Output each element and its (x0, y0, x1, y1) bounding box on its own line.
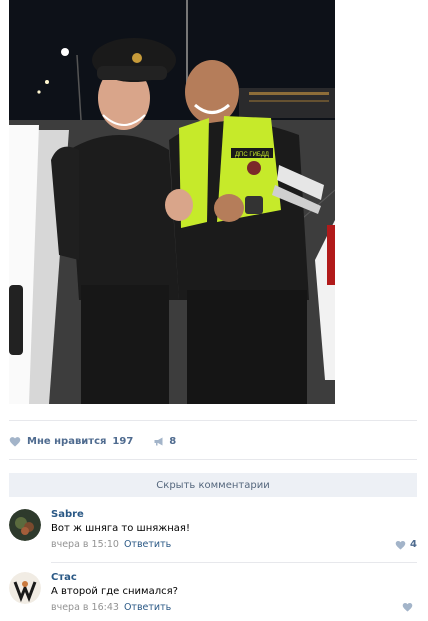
share-button[interactable]: 8 (153, 436, 176, 447)
hide-comments-label: Скрыть комментарии (156, 479, 270, 491)
divider (9, 420, 417, 421)
comment-time[interactable]: вчера в 15:10 (51, 539, 119, 550)
post-page: ДПС ГИБДД Мне нравится 197 8 Скрыть комм… (0, 0, 428, 621)
post-photo[interactable]: ДПС ГИБДД (9, 0, 335, 404)
divider (51, 562, 417, 563)
photo-illustration: ДПС ГИБДД (9, 0, 335, 404)
avatar-image (9, 509, 41, 541)
share-count: 8 (169, 435, 177, 447)
post-actions: Мне нравится 197 8 (9, 433, 176, 449)
comment-like-button[interactable]: 4 (395, 539, 417, 550)
like-count: 197 (112, 435, 134, 447)
like-button[interactable]: Мне нравится 197 (9, 436, 133, 447)
comment-text: Вот ж шняга то шняжная! (51, 523, 190, 534)
reply-button[interactable]: Ответить (124, 602, 171, 613)
comment-time[interactable]: вчера в 16:43 (51, 602, 119, 613)
divider (9, 459, 417, 460)
heart-icon (402, 603, 413, 612)
comment-text: А второй где снимался? (51, 586, 178, 597)
heart-icon (395, 540, 406, 550)
like-label: Мне нравится (27, 435, 107, 447)
comment-author[interactable]: Стас (51, 572, 77, 583)
reply-button[interactable]: Ответить (124, 539, 171, 550)
heart-icon (9, 436, 21, 446)
avatar[interactable] (9, 509, 41, 541)
comment-meta: вчера в 15:10 Ответить (51, 539, 171, 550)
comment-like-button[interactable] (402, 602, 417, 612)
comment-meta: вчера в 16:43 Ответить (51, 602, 171, 613)
avatar[interactable] (9, 572, 41, 604)
comment-like-count: 4 (410, 539, 417, 550)
hide-comments-button[interactable]: Скрыть комментарии (9, 473, 417, 497)
comment-item: Sabre Вот ж шняга то шняжная! вчера в 15… (9, 509, 417, 554)
megaphone-icon (154, 437, 163, 445)
comment-item: Стас А второй где снимался? вчера в 16:4… (9, 572, 417, 617)
vest-badge-text: ДПС ГИБДД (235, 152, 269, 158)
avatar-image (9, 572, 41, 604)
comment-author[interactable]: Sabre (51, 509, 84, 520)
